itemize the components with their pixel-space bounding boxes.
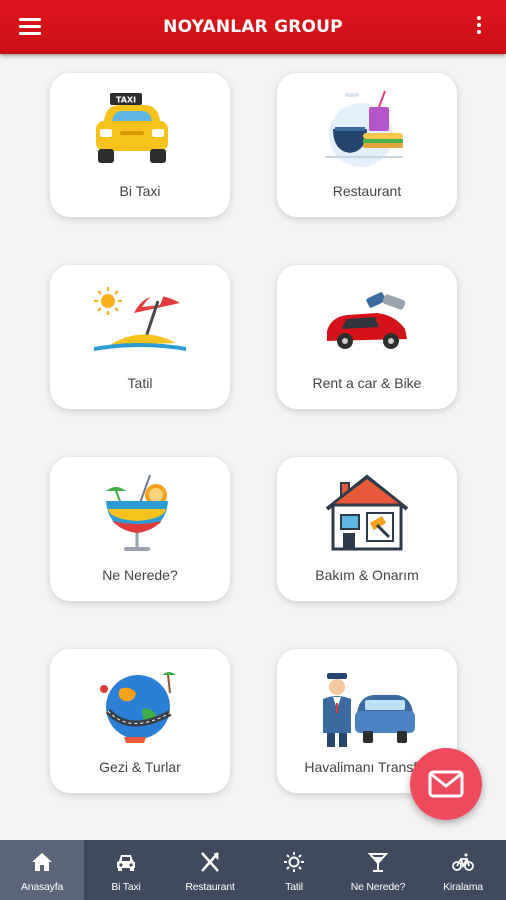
card-restaurant[interactable]: Restaurant [277, 73, 457, 217]
card-label: Tatil [127, 375, 153, 391]
nav-item-ne-nerede[interactable]: Ne Nerede? [336, 840, 420, 900]
card-ne-nerede[interactable]: Ne Nerede? [50, 457, 230, 601]
taxi-icon: TAXI [96, 93, 168, 163]
globe-tour-icon [100, 672, 176, 743]
car-icon [117, 855, 135, 871]
card-tatil[interactable]: Tatil [50, 265, 230, 409]
card-label: Restaurant [332, 183, 402, 199]
card-label: Rent a car & Bike [312, 375, 422, 391]
red-car-key-icon [327, 292, 407, 349]
sun-icon [284, 852, 304, 872]
card-label: Bi Taxi [119, 183, 161, 199]
house-repair-icon [325, 474, 409, 551]
nav-item-bi-taxi[interactable]: Bi Taxi [84, 840, 168, 900]
bottom-navigation: Anasayfa Bi Taxi Restaurant Tatil Ne Ner… [0, 840, 506, 900]
nav-item-tatil[interactable]: Tatil [252, 840, 336, 900]
airport-driver-car-icon [323, 673, 415, 747]
card-label: Bakım & Onarım [315, 567, 419, 583]
nav-label: Bi Taxi [111, 881, 141, 893]
mail-icon [428, 770, 464, 798]
app-bar: NOYANLAR GROUP [0, 0, 506, 54]
nav-label: Anasayfa [20, 881, 64, 893]
nav-label: Tatil [285, 881, 303, 893]
card-bakim-onarim[interactable]: Bakım & Onarım [277, 457, 457, 601]
nav-label: Kiralama [443, 881, 483, 893]
cocktail-glass-icon [367, 853, 389, 872]
card-label: Ne Nerede? [102, 567, 178, 583]
category-grid: TAXI Bi Taxi Restaurant Tatil Rent a car… [0, 54, 506, 840]
restaurant-food-icon [325, 90, 403, 167]
card-bi-taxi[interactable]: TAXI Bi Taxi [50, 73, 230, 217]
fork-knife-icon [201, 852, 219, 872]
more-vertical-icon[interactable] [474, 16, 484, 38]
nav-label: Ne Nerede? [350, 881, 406, 893]
taxi-sign-text: TAXI [116, 96, 136, 105]
nav-item-restaurant[interactable]: Restaurant [168, 840, 252, 900]
home-icon [32, 853, 52, 871]
nav-label: Restaurant [185, 881, 235, 893]
nav-item-kiralama[interactable]: Kiralama [420, 840, 506, 900]
bicycle-icon [452, 853, 474, 871]
app-title: NOYANLAR GROUP [163, 17, 343, 37]
card-rent-a-car[interactable]: Rent a car & Bike [277, 265, 457, 409]
card-label: Gezi & Turlar [99, 759, 181, 775]
cocktail-icon [106, 474, 168, 551]
card-gezi-turlar[interactable]: Gezi & Turlar [50, 649, 230, 793]
nav-item-anasayfa[interactable]: Anasayfa [0, 840, 84, 900]
beach-umbrella-icon [94, 287, 186, 351]
mail-fab-button[interactable] [410, 748, 482, 820]
